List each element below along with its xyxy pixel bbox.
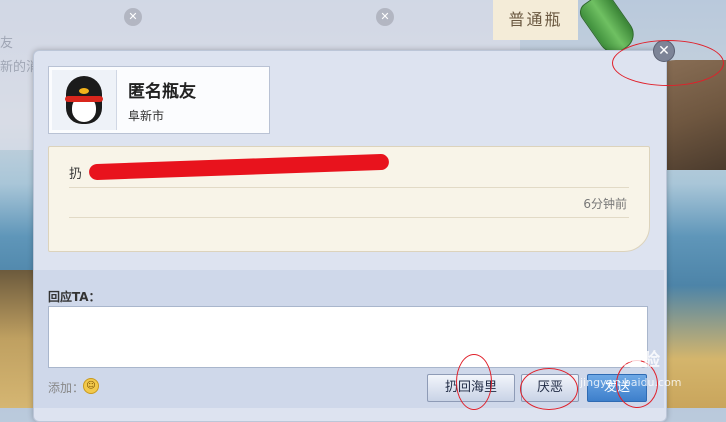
message-card: 扔 6分钟前	[48, 146, 650, 252]
smiley-icon[interactable]: ☺	[83, 378, 99, 394]
sender-profile-card: 匿名瓶友 阜新市	[48, 66, 270, 134]
divider	[69, 187, 629, 188]
reply-label: 回应TA：	[48, 290, 101, 304]
bottle-type-tag: 普通瓶	[493, 0, 578, 40]
baidu-watermark: Baidu 经验	[560, 350, 661, 371]
add-label: 添加：	[48, 381, 85, 395]
sender-name: 匿名瓶友	[128, 82, 196, 102]
throw-back-button[interactable]: 扔回海里	[427, 374, 515, 402]
qq-penguin-avatar-icon	[52, 70, 117, 130]
background-text: 友	[0, 36, 14, 51]
hate-button[interactable]: 厌恶	[521, 374, 579, 402]
sender-city: 阜新市	[128, 109, 165, 123]
background-close-icon: ✕	[376, 8, 394, 26]
reply-input[interactable]	[48, 306, 648, 368]
background-close-icon: ✕	[124, 8, 142, 26]
redaction-mark	[88, 153, 390, 181]
message-text: 扔	[69, 167, 83, 182]
close-icon[interactable]: ✕	[653, 40, 675, 62]
baidu-watermark-url: jingyan.baidu.com	[580, 376, 682, 389]
message-timestamp: 6分钟前	[583, 197, 627, 211]
divider	[69, 217, 629, 218]
